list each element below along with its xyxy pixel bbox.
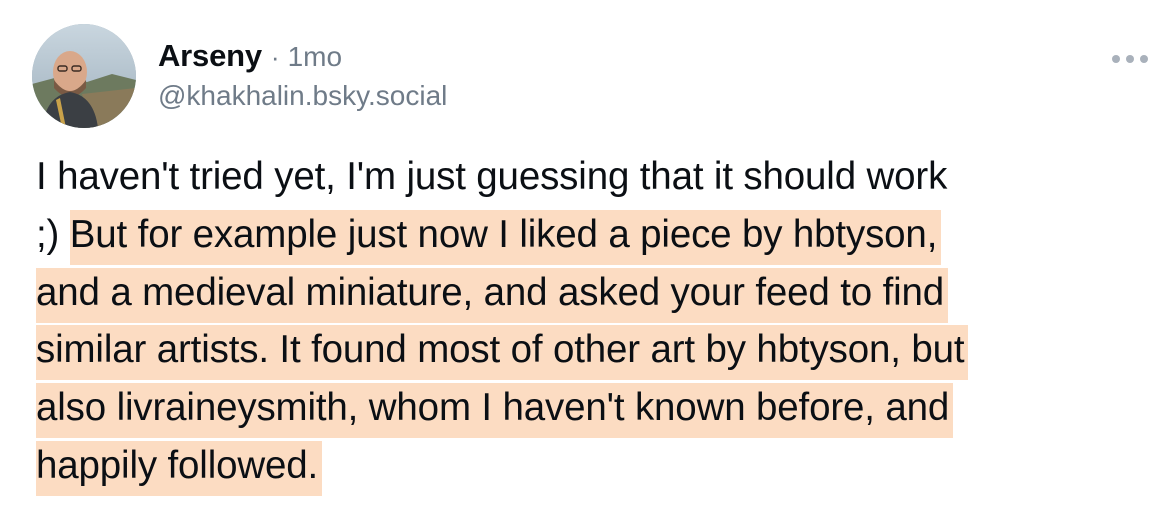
post-body-line: happily followed. <box>36 437 1146 496</box>
more-options-icon[interactable] <box>1112 52 1148 66</box>
post-body-line: and a medieval miniature, and asked your… <box>36 264 1146 323</box>
author-handle[interactable]: @khakhalin.bsky.social <box>158 80 1094 112</box>
highlighted-text: also livraineysmith, whom I haven't know… <box>36 383 954 439</box>
post-body-line: similar artists. It found most of other … <box>36 321 1146 381</box>
plain-text: I haven't tried yet, I'm just guessing t… <box>36 155 948 198</box>
name-row: Arseny · 1mo <box>158 38 1094 74</box>
post-body: I haven't tried yet, I'm just guessing t… <box>36 148 1146 496</box>
separator-dot: · <box>270 42 280 72</box>
avatar[interactable] <box>32 24 136 128</box>
plain-text: ;) <box>36 212 70 256</box>
ellipsis-dot <box>1126 55 1134 63</box>
highlighted-text: But for example just now I liked a piece… <box>69 209 942 265</box>
ellipsis-dot <box>1140 55 1148 63</box>
avatar-photo <box>32 24 136 128</box>
highlighted-text: similar artists. It found most of other … <box>36 325 969 381</box>
highlighted-text: happily followed. <box>36 440 323 496</box>
highlighted-text: and a medieval miniature, and asked your… <box>36 267 949 323</box>
post-body-line: ;) But for example just now I liked a pi… <box>36 206 1146 265</box>
ellipsis-dot <box>1112 55 1120 63</box>
post-timestamp[interactable]: 1mo <box>288 41 342 73</box>
post-header: Arseny · 1mo @khakhalin.bsky.social <box>158 38 1094 112</box>
post-body-line: also livraineysmith, whom I haven't know… <box>36 379 1146 439</box>
post-body-line: I haven't tried yet, I'm just guessing t… <box>36 148 1146 206</box>
post: Arseny · 1mo @khakhalin.bsky.social I ha… <box>0 0 1174 524</box>
author-display-name[interactable]: Arseny <box>158 38 262 74</box>
